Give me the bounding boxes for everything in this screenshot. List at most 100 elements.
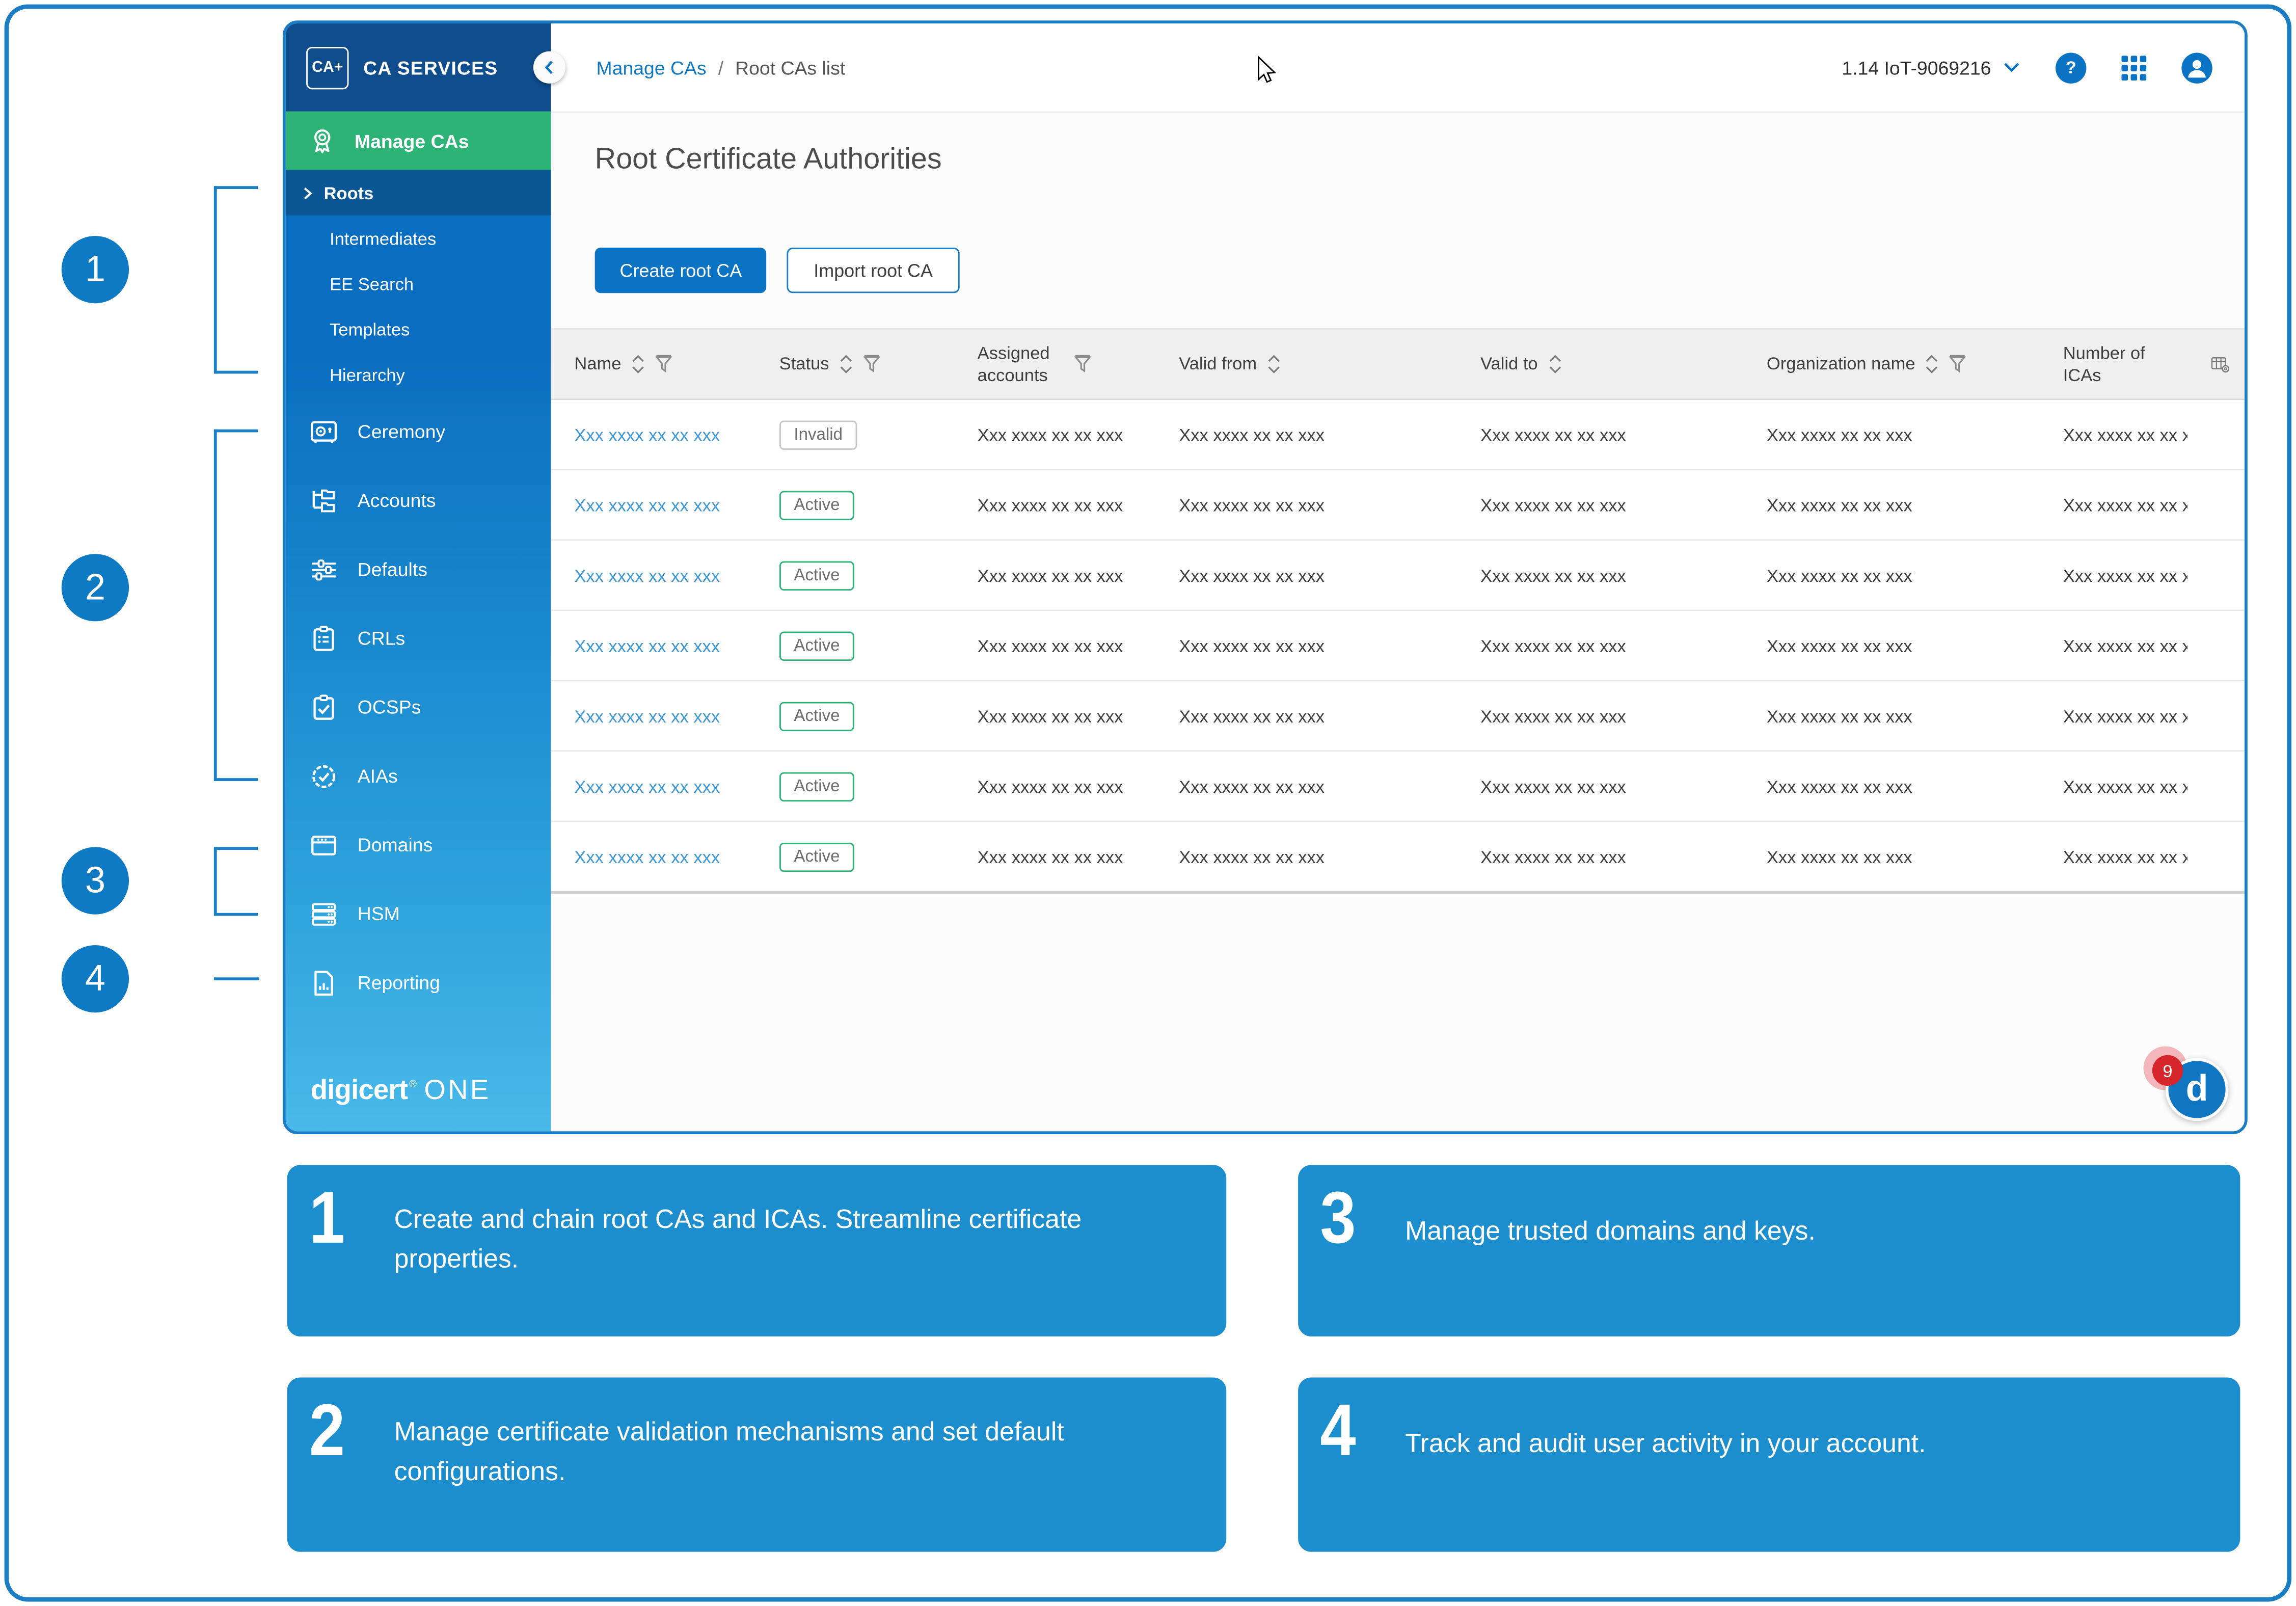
sidebar: CA+ CA SERVICES Manage CAs Roots Interme… <box>286 23 551 1131</box>
column-header-valid-from: Valid from <box>1155 353 1457 375</box>
sidebar-item-label: Accounts <box>358 490 436 512</box>
top-bar: Manage CAs / Root CAs list 1.14 IoT-9069… <box>551 23 2245 113</box>
sidebar-item-ee-search[interactable]: EE Search <box>286 261 551 306</box>
sidebar-item-defaults[interactable]: Defaults <box>286 535 551 604</box>
seal-check-icon <box>308 760 340 792</box>
sidebar-item-ceremony[interactable]: Ceremony <box>286 397 551 466</box>
breadcrumb-manage-cas[interactable]: Manage CAs <box>597 57 707 78</box>
clipboard-list-icon <box>308 622 340 654</box>
column-header-number-of-icas: Number of ICAs <box>2040 342 2187 386</box>
annotation-marker-2: 2 <box>62 554 129 621</box>
table-row: Xxx xxxx xx xx xxx Invalid Xxx xxxx xx x… <box>551 400 2245 470</box>
sort-icon[interactable] <box>630 353 646 375</box>
ca-name-link[interactable]: Xxx xxxx xx xx xxx <box>574 776 720 796</box>
assigned-accounts-cell: Xxx xxxx xx xx xxx <box>954 635 1156 656</box>
sort-icon[interactable] <box>1547 353 1563 375</box>
status-badge: Invalid <box>779 420 857 449</box>
sidebar-item-label: Defaults <box>358 558 427 580</box>
callout-text: Track and audit user activity in your ac… <box>1405 1392 1926 1537</box>
sidebar-item-crls[interactable]: CRLs <box>286 604 551 673</box>
valid-to-cell: Xxx xxxx xx xx xxx <box>1457 635 1743 656</box>
column-header-assigned-accounts: Assigned accounts <box>954 342 1156 386</box>
ca-name-link[interactable]: Xxx xxxx xx xx xxx <box>574 495 720 515</box>
chat-notification-badge: 9 <box>2152 1055 2183 1086</box>
safe-vault-icon <box>308 415 340 447</box>
sidebar-item-intermediates[interactable]: Intermediates <box>286 216 551 261</box>
sidebar-item-templates[interactable]: Templates <box>286 306 551 352</box>
callout-text: Manage certificate validation mechanisms… <box>394 1392 1197 1537</box>
organization-name-cell: Xxx xxxx xx xx xxx <box>1743 495 2040 515</box>
status-badge: Active <box>779 631 855 660</box>
content: Root Certificate Authorities Create root… <box>551 113 2245 1131</box>
sort-icon[interactable] <box>1924 353 1940 375</box>
valid-from-cell: Xxx xxxx xx xx xxx <box>1155 495 1457 515</box>
assigned-accounts-cell: Xxx xxxx xx xx xxx <box>954 495 1156 515</box>
table-row: Xxx xxxx xx xx xxx Active Xxx xxxx xx xx… <box>551 752 2245 822</box>
sidebar-item-label: HSM <box>358 903 400 925</box>
filter-funnel-icon[interactable] <box>863 355 881 373</box>
award-ribbon-icon <box>306 124 338 156</box>
sidebar-collapse-button[interactable] <box>533 51 565 84</box>
column-settings-button[interactable] <box>2187 353 2245 376</box>
sidebar-item-ocsps[interactable]: OCSPs <box>286 673 551 741</box>
sidebar-item-roots[interactable]: Roots <box>286 170 551 216</box>
sidebar-item-label: Domains <box>358 834 433 855</box>
number-of-icas-cell: Xxx xxxx xx xx xxx <box>2040 706 2187 726</box>
ca-name-link[interactable]: Xxx xxxx xx xx xxx <box>574 635 720 656</box>
sidebar-item-domains[interactable]: Domains <box>286 810 551 879</box>
annotation-marker-3: 3 <box>62 847 129 914</box>
sort-icon[interactable] <box>1265 353 1282 375</box>
version-selector[interactable]: 1.14 IoT-9069216 <box>1842 57 2020 78</box>
help-button[interactable]: ? <box>2056 52 2086 83</box>
valid-from-cell: Xxx xxxx xx xx xxx <box>1155 635 1457 656</box>
sidebar-item-label: OCSPs <box>358 696 421 718</box>
assigned-accounts-cell: Xxx xxxx xx xx xxx <box>954 776 1156 796</box>
sidebar-item-label: Templates <box>330 319 410 339</box>
apps-grid-button[interactable] <box>2121 55 2146 80</box>
apps-grid-icon <box>2121 55 2146 80</box>
status-badge: Active <box>779 771 855 801</box>
status-badge: Active <box>779 560 855 590</box>
sidebar-item-accounts[interactable]: Accounts <box>286 466 551 535</box>
sidebar-item-manage-cas[interactable]: Manage CAs <box>286 112 551 170</box>
table-row: Xxx xxxx xx xx xxx Active Xxx xxxx xx xx… <box>551 470 2245 541</box>
filter-funnel-icon[interactable] <box>1074 355 1092 373</box>
import-root-ca-button[interactable]: Import root CA <box>787 248 959 293</box>
sidebar-item-hsm[interactable]: HSM <box>286 879 551 948</box>
sliders-icon <box>308 553 340 585</box>
sidebar-item-reporting[interactable]: Reporting <box>286 948 551 1017</box>
chevron-right-icon <box>301 185 315 200</box>
account-button[interactable] <box>2181 52 2212 83</box>
breadcrumb: Manage CAs / Root CAs list <box>597 57 846 78</box>
filter-funnel-icon[interactable] <box>1949 355 1967 373</box>
sidebar-item-label: CRLs <box>358 627 406 649</box>
valid-from-cell: Xxx xxxx xx xx xxx <box>1155 846 1457 867</box>
ca-plus-logo: CA+ <box>306 46 348 89</box>
person-icon <box>2181 52 2212 83</box>
valid-to-cell: Xxx xxxx xx xx xxx <box>1457 565 1743 585</box>
sidebar-item-hierarchy[interactable]: Hierarchy <box>286 352 551 397</box>
callout-text: Create and chain root CAs and ICAs. Stre… <box>394 1180 1197 1322</box>
annotation-marker-1: 1 <box>62 236 129 303</box>
table-row: Xxx xxxx xx xx xxx Active Xxx xxxx xx xx… <box>551 541 2245 611</box>
ca-name-link[interactable]: Xxx xxxx xx xx xxx <box>574 565 720 585</box>
assigned-accounts-cell: Xxx xxxx xx xx xxx <box>954 565 1156 585</box>
ca-name-link[interactable]: Xxx xxxx xx xx xxx <box>574 706 720 726</box>
app-window: CA+ CA SERVICES Manage CAs Roots Interme… <box>283 20 2248 1134</box>
annotation-bracket-1 <box>214 186 258 373</box>
question-mark-icon: ? <box>2066 57 2076 77</box>
ca-name-link[interactable]: Xxx xxxx xx xx xxx <box>574 424 720 445</box>
filter-funnel-icon[interactable] <box>655 355 673 373</box>
ca-plus-logo-text: CA+ <box>312 59 343 76</box>
ca-name-link[interactable]: Xxx xxxx xx xx xxx <box>574 846 720 867</box>
table-row: Xxx xxxx xx xx xxx Active Xxx xxxx xx xx… <box>551 822 2245 894</box>
organization-name-cell: Xxx xxxx xx xx xxx <box>1743 635 2040 656</box>
valid-to-cell: Xxx xxxx xx xx xxx <box>1457 424 1743 445</box>
organization-name-cell: Xxx xxxx xx xx xxx <box>1743 706 2040 726</box>
digicert-logo-text: digicert <box>311 1076 408 1108</box>
create-root-ca-button[interactable]: Create root CA <box>595 248 767 293</box>
sort-icon[interactable] <box>838 353 854 375</box>
sidebar-item-aias[interactable]: AIAs <box>286 741 551 810</box>
status-badge: Active <box>779 842 855 871</box>
assigned-accounts-cell: Xxx xxxx xx xx xxx <box>954 706 1156 726</box>
